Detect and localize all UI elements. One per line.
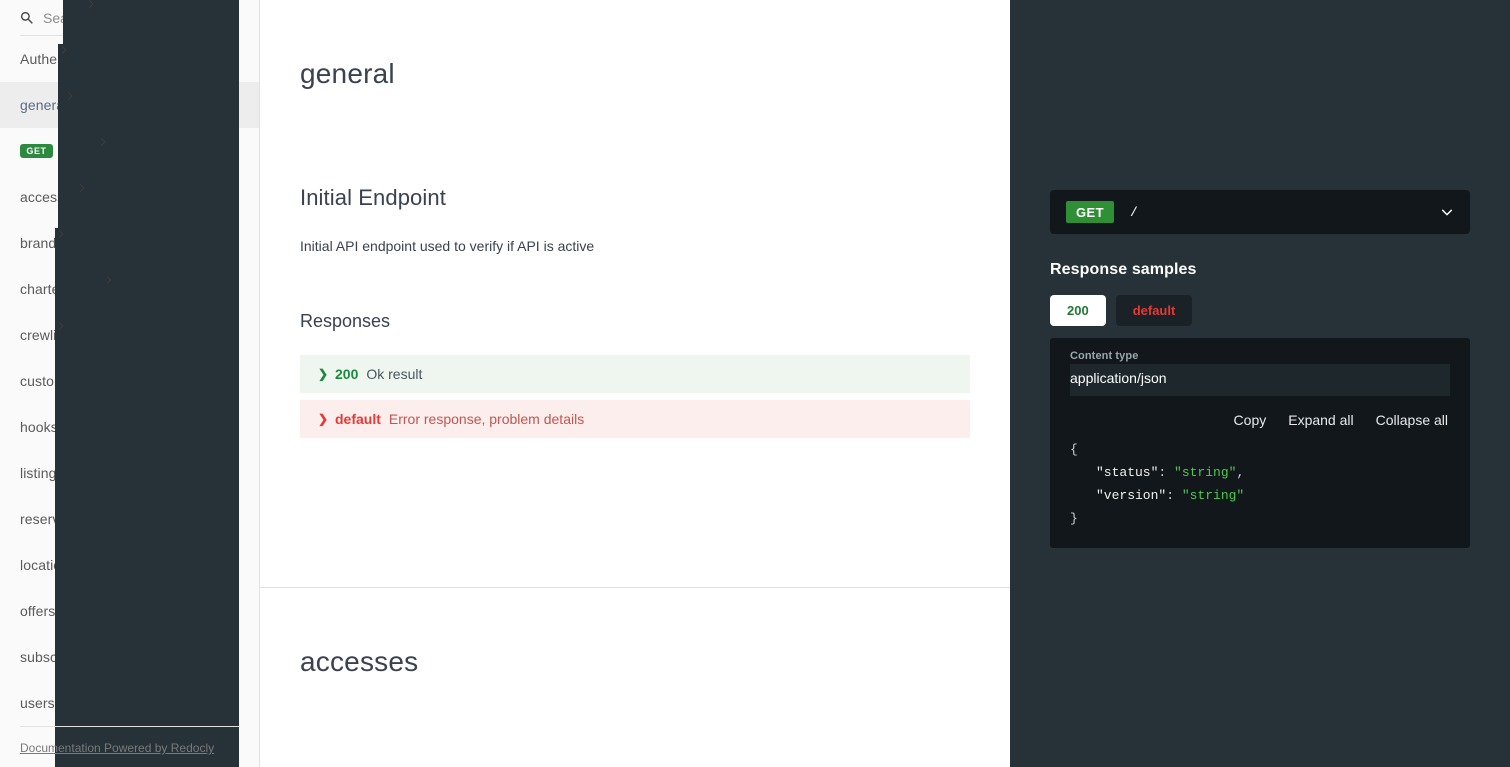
general-section: general Initial Endpoint Initial API end… <box>260 0 1010 438</box>
json-colon: : <box>1166 488 1182 503</box>
samples-panel: GET / Response samples 200 default Conte… <box>1010 0 1510 767</box>
response-sample-tabs: 200 default <box>1050 295 1470 326</box>
operation-title: Initial Endpoint <box>300 185 446 210</box>
content-type-label: Content type <box>1070 350 1139 362</box>
chevron-right-icon <box>54 319 239 767</box>
response-code: default <box>335 411 381 427</box>
page-title: general <box>300 58 395 89</box>
sidebar-menu: Authentication general GET Initial Endpo… <box>0 0 259 767</box>
sidebar-item-label: hooks <box>20 419 58 435</box>
footer-divider <box>20 726 239 727</box>
endpoint-method-badge: GET <box>1066 201 1114 223</box>
json-value: "string" <box>1174 465 1237 480</box>
http-method-badge: GET <box>20 144 53 158</box>
response-row-default[interactable]: ❯ default Error response, problem detail… <box>300 400 970 438</box>
collapse-all-button[interactable]: Collapse all <box>1376 412 1448 428</box>
responses-heading: Responses <box>300 311 391 331</box>
next-section-title: accesses <box>300 646 419 677</box>
copy-button[interactable]: Copy <box>1234 412 1267 428</box>
sidebar: Authentication general GET Initial Endpo… <box>0 0 260 767</box>
endpoint-selector[interactable]: GET / <box>1050 190 1470 234</box>
json-colon: : <box>1158 465 1175 480</box>
chevron-right-icon: ❯ <box>318 412 329 426</box>
json-key: "version" <box>1096 488 1167 503</box>
tab-default[interactable]: default <box>1115 295 1193 326</box>
chevron-right-icon: ❯ <box>318 367 329 381</box>
chevron-down-icon[interactable] <box>1440 205 1454 219</box>
code-actions: Copy Expand all Collapse all <box>1070 412 1450 428</box>
operation-description: Initial API endpoint used to verify if A… <box>300 238 595 254</box>
response-code: 200 <box>335 366 359 382</box>
response-row-200[interactable]: ❯ 200 Ok result <box>300 355 970 393</box>
json-key: "status" <box>1096 465 1159 480</box>
responses-list: ❯ 200 Ok result ❯ default Error response… <box>300 355 970 438</box>
sidebar-item-label: users <box>20 695 55 711</box>
json-comma: , <box>1236 465 1245 480</box>
section-divider <box>260 587 1010 588</box>
code-sample: { "status": "string", "version": "string… <box>1070 438 1450 530</box>
tab-200[interactable]: 200 <box>1050 295 1106 326</box>
content-type-select[interactable]: application/json <box>1070 364 1450 396</box>
powered-by-redocly-link[interactable]: Documentation Powered by Redocly <box>20 741 214 755</box>
response-sample-body: Content type application/json Copy Expan… <box>1050 338 1470 548</box>
api-docs-page: Authentication general GET Initial Endpo… <box>0 0 1510 767</box>
response-description: Ok result <box>366 366 423 382</box>
sidebar-item-users[interactable]: users <box>0 319 259 767</box>
sidebar-item-label: offers <box>20 603 56 619</box>
response-samples-heading: Response samples <box>1050 261 1197 278</box>
json-close-brace: } <box>1070 511 1078 526</box>
expand-all-button[interactable]: Expand all <box>1288 412 1353 428</box>
json-value: "string" <box>1181 488 1245 503</box>
json-open-brace: { <box>1070 442 1078 457</box>
response-description: Error response, problem details <box>388 411 585 427</box>
sidebar-footer: Documentation Powered by Redocly <box>0 726 259 767</box>
search-icon <box>20 11 33 24</box>
documentation-column: general Initial Endpoint Initial API end… <box>260 0 1010 767</box>
endpoint-path: / <box>1129 204 1138 220</box>
